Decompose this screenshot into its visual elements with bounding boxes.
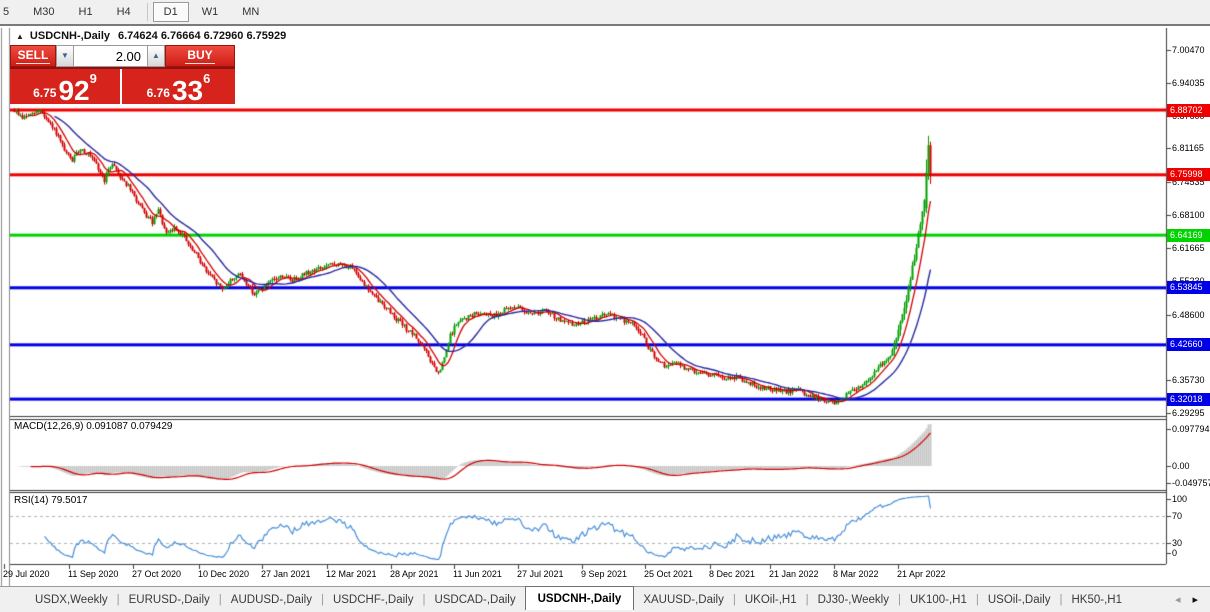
buy-price-display[interactable]: 6.76 33 6 — [122, 69, 235, 104]
price-axis-tick-label: 6.81165 — [1172, 143, 1204, 153]
rsi-axis-tick-label: 30 — [1172, 538, 1182, 548]
timeframe-button-5[interactable]: 5 — [0, 2, 20, 22]
tab-usoil-daily[interactable]: USOil-,Daily — [979, 594, 1060, 606]
price-level-label: 6.53845 — [1167, 281, 1210, 294]
chart-title-bar: ▲ USDCNH-,Daily 6.74624 6.76664 6.72960 … — [12, 29, 286, 43]
price-level-label: 6.64169 — [1167, 229, 1210, 242]
price-level-label: 6.75998 — [1167, 168, 1210, 181]
chart-tab-bar: USDX,Weekly|EURUSD-,Daily|AUDUSD-,Daily|… — [0, 586, 1210, 612]
date-axis-label: 11 Sep 2020 — [68, 569, 118, 579]
tab-scroll-right-icon[interactable]: ▸ — [1186, 593, 1204, 606]
volume-increase-button[interactable]: ▲ — [147, 45, 165, 67]
chart-ohlc-values: 6.74624 6.76664 6.72960 6.75929 — [118, 30, 286, 42]
date-axis-label: 10 Dec 2020 — [198, 569, 249, 579]
date-axis-label: 21 Apr 2022 — [897, 569, 946, 579]
tab-ukoil-h1[interactable]: UKOil-,H1 — [736, 594, 806, 606]
date-axis-label: 12 Mar 2021 — [326, 569, 377, 579]
sell-price-prefix: 6.75 — [33, 87, 56, 102]
date-axis-label: 8 Mar 2022 — [833, 569, 879, 579]
chart-symbol-title: USDCNH-,Daily — [30, 30, 110, 42]
buy-price-point: 6 — [203, 71, 210, 86]
macd-axis-tick-label: 0.00 — [1172, 461, 1190, 471]
tab-scroll-left-icon[interactable]: ◂ — [1169, 593, 1187, 606]
volume-input[interactable] — [74, 45, 147, 67]
date-axis-label: 27 Jan 2021 — [261, 569, 311, 579]
timeframe-button-h4[interactable]: H4 — [106, 2, 142, 22]
tab-usdcnh-daily[interactable]: USDCNH-,Daily — [525, 586, 635, 610]
trading-terminal: 5M30H1H4 D1W1MN ▲ USDCNH-,Daily 6.74624 6… — [0, 0, 1210, 612]
date-axis-label: 25 Oct 2021 — [644, 569, 693, 579]
tab-uk100-h1[interactable]: UK100-,H1 — [901, 594, 976, 606]
tab-usdcad-daily[interactable]: USDCAD-,Daily — [425, 594, 524, 606]
toolbar-separator — [147, 3, 148, 21]
tab-audusd-daily[interactable]: AUDUSD-,Daily — [222, 594, 321, 606]
sell-button[interactable]: SELL — [10, 45, 56, 67]
rsi-axis-tick-label: 100 — [1172, 494, 1187, 504]
price-axis-tick-label: 6.29295 — [1172, 408, 1205, 418]
price-axis-tick-label: 6.61665 — [1172, 243, 1205, 253]
date-axis-label: 28 Apr 2021 — [390, 569, 439, 579]
rsi-axis-tick-label: 0 — [1172, 548, 1177, 558]
tab-dj30-weekly[interactable]: DJ30-,Weekly — [809, 594, 898, 606]
collapse-arrow-icon[interactable]: ▲ — [16, 32, 24, 41]
buy-button[interactable]: BUY — [165, 45, 235, 67]
buy-price-pips: 33 — [172, 80, 203, 102]
macd-indicator-label: MACD(12,26,9) 0.091087 0.079429 — [14, 421, 172, 432]
date-axis-label: 8 Dec 2021 — [709, 569, 755, 579]
sell-button-label: SELL — [16, 48, 51, 64]
timeframe-button-h1[interactable]: H1 — [68, 2, 104, 22]
sell-price-pips: 92 — [58, 80, 89, 102]
date-axis-label: 21 Jan 2022 — [769, 569, 819, 579]
tab-hk50-h1[interactable]: HK50-,H1 — [1063, 594, 1132, 606]
timeframe-button-w1[interactable]: W1 — [191, 2, 230, 22]
price-level-label: 6.32018 — [1167, 393, 1210, 406]
one-click-trade-panel: SELL ▼ ▲ BUY 6.75 92 9 6.76 33 6 — [10, 45, 235, 104]
timeframe-button-m30[interactable]: M30 — [22, 2, 65, 22]
price-axis-tick-label: 6.94035 — [1172, 78, 1205, 88]
macd-axis-tick-label: 0.097794 — [1172, 424, 1210, 434]
sell-price-point: 9 — [90, 71, 97, 86]
price-axis-tick-label: 7.00470 — [1172, 45, 1205, 55]
buy-button-label: BUY — [185, 48, 214, 64]
timeframe-button-d1[interactable]: D1 — [153, 2, 189, 22]
tab-usdx-weekly[interactable]: USDX,Weekly — [26, 594, 117, 606]
price-level-label: 6.42660 — [1167, 338, 1210, 351]
sell-price-display[interactable]: 6.75 92 9 — [10, 69, 120, 104]
date-axis-label: 27 Jul 2021 — [517, 569, 564, 579]
date-axis-label: 29 Jul 2020 — [3, 569, 50, 579]
macd-axis-tick-label: -0.049757 — [1172, 478, 1210, 488]
price-level-label: 6.88702 — [1167, 104, 1210, 117]
price-axis-tick-label: 6.68100 — [1172, 210, 1205, 220]
date-axis-label: 9 Sep 2021 — [581, 569, 627, 579]
volume-decrease-button[interactable]: ▼ — [56, 45, 74, 67]
tab-scroll-buttons: ◂▸ — [1169, 593, 1210, 606]
chart-canvas[interactable] — [0, 28, 1210, 586]
rsi-indicator-label: RSI(14) 79.5017 — [14, 495, 87, 506]
buy-price-prefix: 6.76 — [147, 87, 170, 102]
price-axis-tick-label: 6.48600 — [1172, 310, 1205, 320]
tab-xauusd-daily[interactable]: XAUUSD-,Daily — [634, 594, 733, 606]
price-axis-tick-label: 6.35730 — [1172, 375, 1205, 385]
date-axis-label: 27 Oct 2020 — [132, 569, 181, 579]
rsi-axis-tick-label: 70 — [1172, 511, 1182, 521]
date-axis-label: 11 Jun 2021 — [453, 569, 502, 579]
timeframe-toolbar: 5M30H1H4 D1W1MN — [0, 0, 1210, 26]
timeframe-button-mn[interactable]: MN — [231, 2, 270, 22]
tab-usdchf-daily[interactable]: USDCHF-,Daily — [324, 594, 423, 606]
tab-eurusd-daily[interactable]: EURUSD-,Daily — [120, 594, 219, 606]
